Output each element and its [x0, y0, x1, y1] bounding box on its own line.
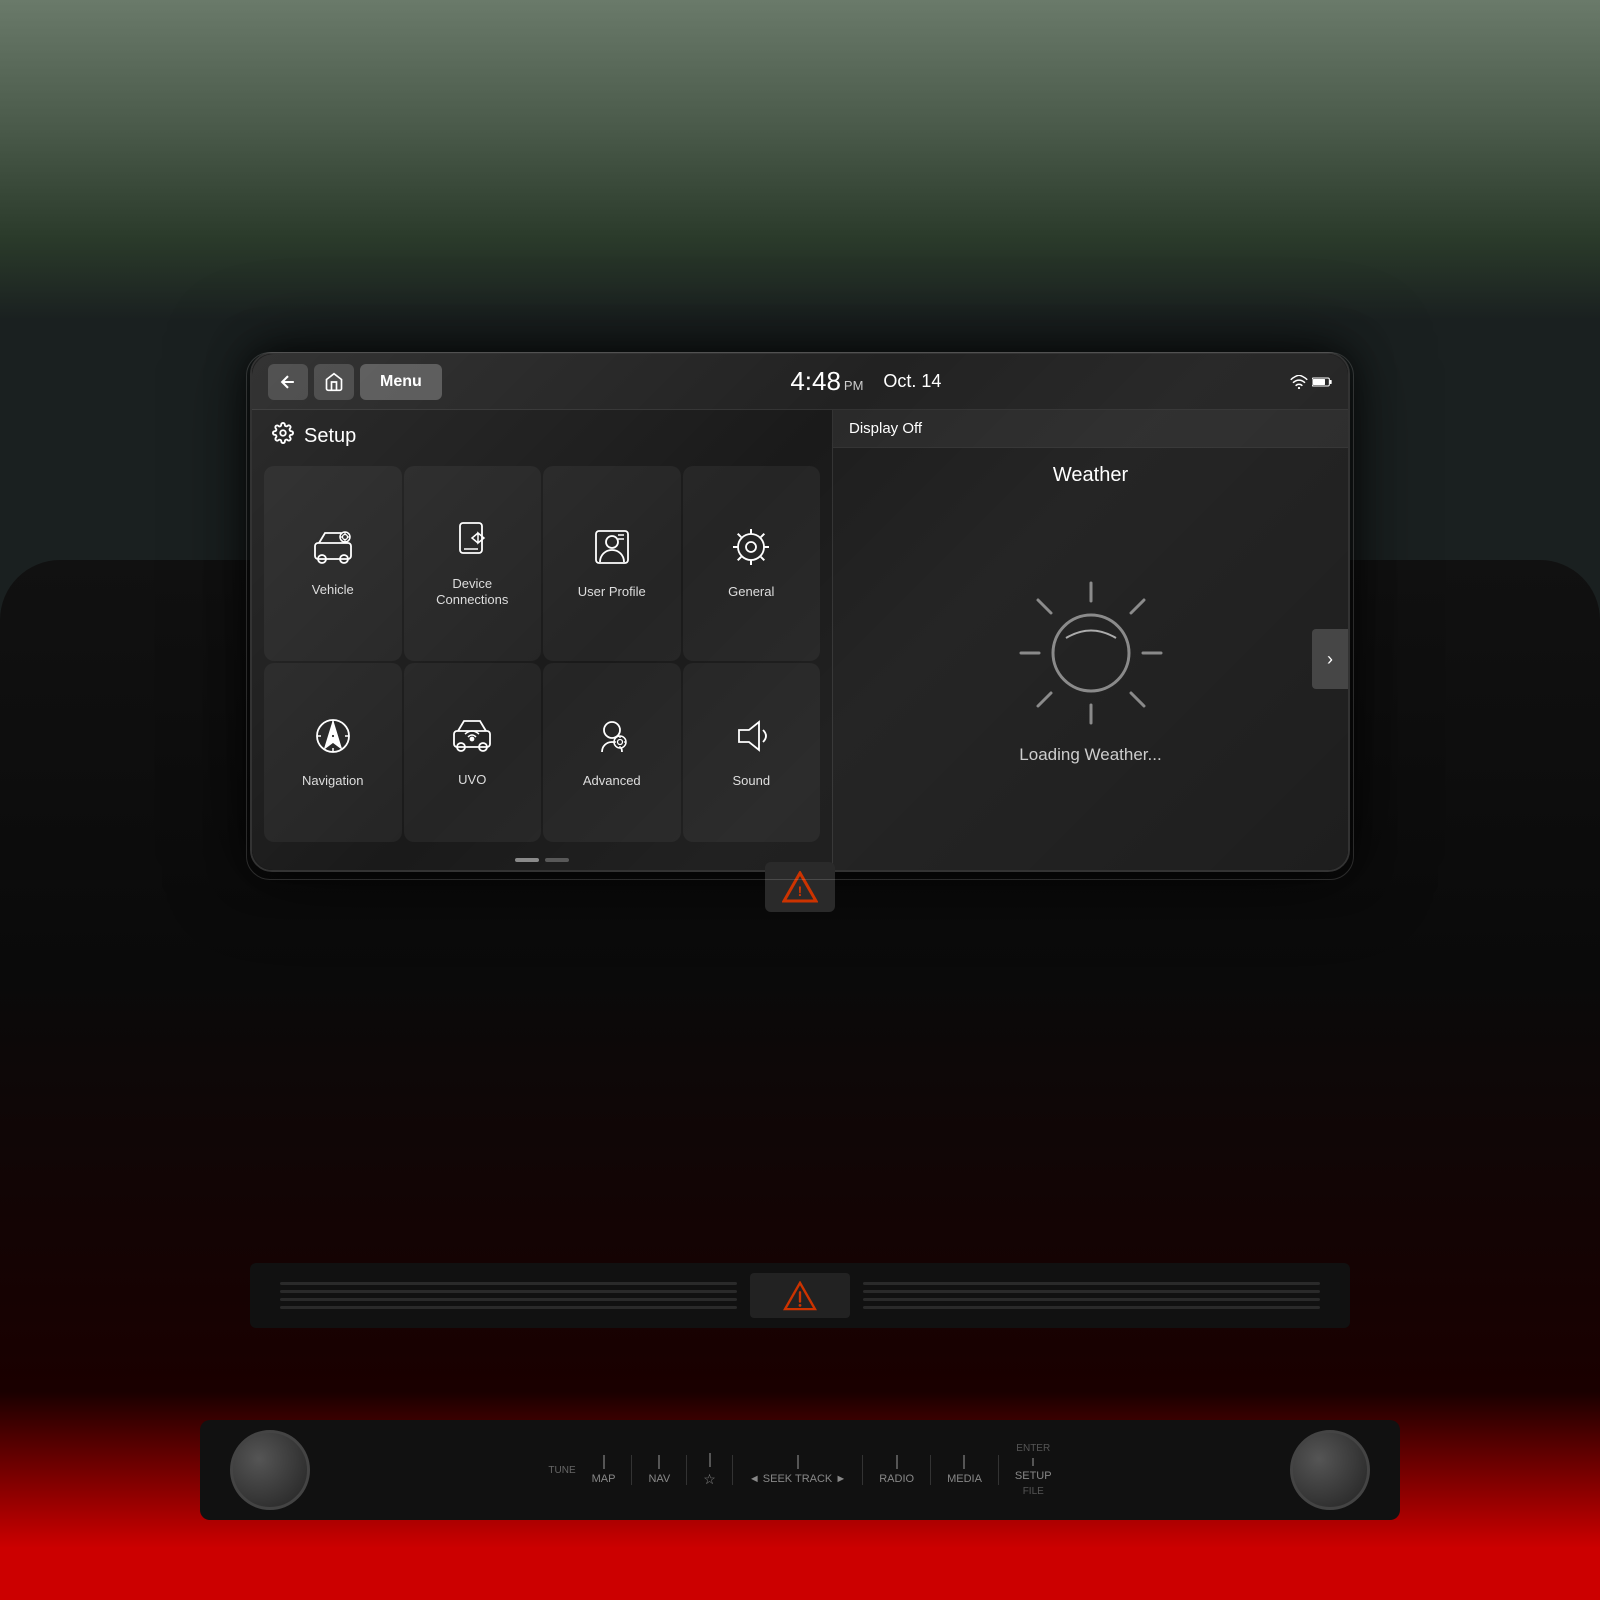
nav-btn-control[interactable]: NAV: [648, 1455, 670, 1485]
device-connections-label: DeviceConnections: [436, 576, 508, 607]
weather-title: Weather: [833, 464, 1348, 487]
media-btn[interactable]: MEDIA: [947, 1455, 982, 1485]
setup-icon: [272, 422, 294, 450]
vent-area: [250, 1263, 1350, 1328]
weather-section: Weather: [833, 448, 1348, 870]
menu-item-vehicle[interactable]: Vehicle: [264, 466, 402, 661]
hazard-button[interactable]: !: [765, 862, 835, 912]
setup-btn-control[interactable]: ENTER SETUP FILE: [1015, 1443, 1052, 1497]
advanced-icon: [592, 716, 632, 765]
vent-center-control[interactable]: [750, 1273, 850, 1318]
date-display: Oct. 14: [883, 371, 941, 392]
menu-item-uvo[interactable]: UVO: [404, 663, 542, 842]
header-nav-buttons: Menu: [268, 364, 442, 400]
general-label: General: [728, 584, 774, 600]
right-panel: Display Off Weather: [833, 410, 1348, 870]
time-display: 4:48 PM: [790, 366, 863, 397]
setup-header: Setup: [252, 410, 832, 458]
navigation-label: Navigation: [302, 773, 363, 789]
control-buttons: TUNE MAP NAV ☆ ◄ SEEK TRACK ►: [548, 1443, 1051, 1497]
display-off-bar[interactable]: Display Off: [833, 410, 1348, 448]
menu-item-user-profile[interactable]: User Profile: [543, 466, 681, 661]
header-bar: Menu 4:48 PM Oct. 14: [252, 354, 1348, 410]
home-button[interactable]: [314, 364, 354, 400]
vehicle-label: Vehicle: [312, 582, 354, 598]
left-panel: Setup: [252, 410, 832, 870]
signal-icons: [1290, 375, 1332, 389]
svg-text:!: !: [798, 883, 803, 899]
infotainment-screen: Menu 4:48 PM Oct. 14: [250, 352, 1350, 872]
user-profile-label: User Profile: [578, 584, 646, 600]
weather-sun-icon: [1011, 573, 1171, 733]
weather-next-arrow[interactable]: ›: [1312, 629, 1348, 689]
menu-item-general[interactable]: General: [683, 466, 821, 661]
header-status-icons: [1290, 375, 1332, 389]
main-content: Setup: [252, 410, 1348, 870]
navigation-icon: [313, 716, 353, 765]
tune-label-top: TUNE: [548, 1465, 575, 1476]
menu-grid: Vehicle: [252, 458, 832, 850]
tune-knob[interactable]: [1290, 1430, 1370, 1510]
weather-loading-text: Loading Weather...: [1019, 745, 1161, 765]
device-connections-icon: [452, 519, 492, 568]
header-center: 4:48 PM Oct. 14: [442, 366, 1290, 397]
menu-item-navigation[interactable]: Navigation: [264, 663, 402, 842]
vehicle-icon: [311, 529, 355, 574]
pagination-dots: [252, 850, 832, 870]
wifi-icon: [1290, 375, 1308, 389]
menu-item-sound[interactable]: Sound: [683, 663, 821, 842]
general-icon: [731, 527, 771, 576]
menu-button[interactable]: Menu: [360, 364, 442, 400]
menu-item-advanced[interactable]: Advanced: [543, 663, 681, 842]
uvo-label: UVO: [458, 772, 486, 788]
controls-bar: TUNE MAP NAV ☆ ◄ SEEK TRACK ►: [200, 1420, 1400, 1520]
menu-item-device-connections[interactable]: DeviceConnections: [404, 466, 542, 661]
map-btn[interactable]: MAP: [592, 1455, 616, 1485]
fav-btn[interactable]: ☆: [703, 1453, 716, 1488]
setup-label: Setup: [304, 425, 356, 448]
time-value: 4:48: [790, 366, 841, 397]
advanced-label: Advanced: [583, 773, 641, 789]
car-background: Menu 4:48 PM Oct. 14: [0, 0, 1600, 1600]
pagination-dot-2[interactable]: [545, 858, 569, 862]
sound-label: Sound: [732, 773, 770, 789]
seek-track-btn[interactable]: ◄ SEEK TRACK ►: [749, 1455, 846, 1485]
battery-icon: [1312, 375, 1332, 389]
time-ampm: PM: [844, 378, 864, 393]
screen-content: Menu 4:48 PM Oct. 14: [252, 354, 1348, 870]
uvo-icon: [450, 717, 494, 764]
volume-knob[interactable]: [230, 1430, 310, 1510]
user-profile-icon: [592, 527, 632, 576]
sound-icon: [731, 716, 771, 765]
weather-icon-container: [1011, 573, 1171, 733]
pagination-dot-1[interactable]: [515, 858, 539, 862]
back-button[interactable]: [268, 364, 308, 400]
radio-btn[interactable]: RADIO: [879, 1455, 914, 1485]
